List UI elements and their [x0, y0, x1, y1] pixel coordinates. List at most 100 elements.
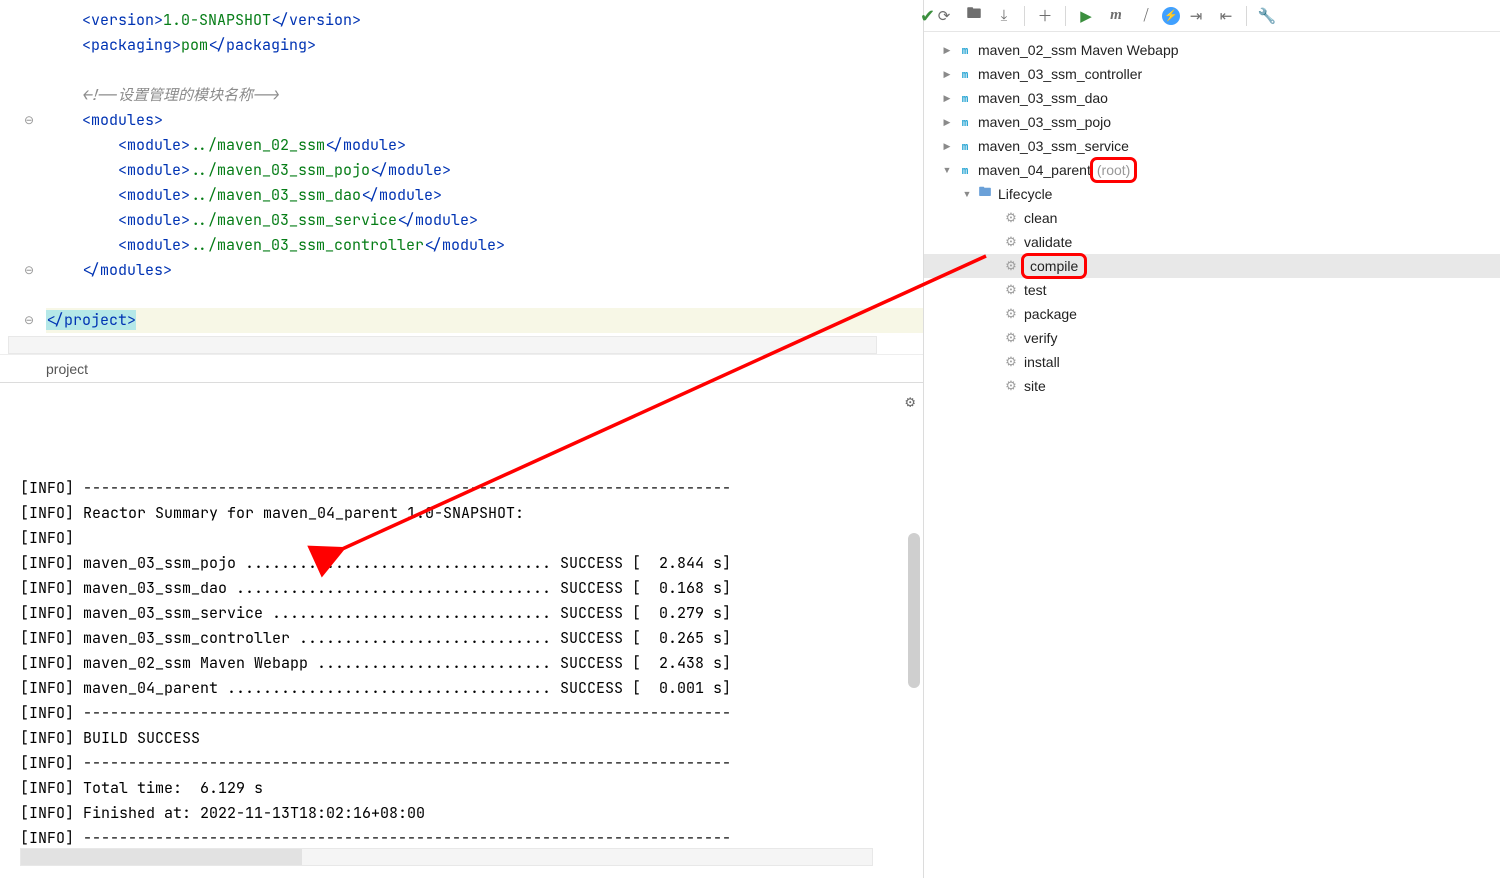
code-line[interactable]: <module>../maven_03_ssm_service</module> — [46, 208, 923, 233]
tree-item-label: verify — [1024, 330, 1057, 346]
tree-item-lifecycle[interactable]: ▼🖿Lifecycle — [924, 182, 1500, 206]
gear-icon: ⚙ — [1005, 234, 1017, 250]
folder-gear-button[interactable]: 🖿 — [960, 3, 988, 29]
code-line[interactable]: <packaging>pom</packaging> — [46, 33, 923, 58]
check-icon: ✔ — [920, 6, 935, 27]
code-line[interactable]: </modules> — [46, 258, 923, 283]
chevron-right-icon[interactable]: ▶ — [938, 141, 956, 152]
console-line: [INFO] — [20, 526, 923, 551]
gear-icon: ⚙ — [1005, 258, 1017, 274]
tree-item-install[interactable]: ⚙ install — [924, 350, 1500, 374]
console-line: [INFO] BUILD SUCCESS — [20, 726, 923, 751]
console-line: [INFO] maven_03_ssm_controller .........… — [20, 626, 923, 651]
maven-tree[interactable]: ▶ m maven_02_ssm Maven Webapp ▶ m maven_03_ss… — [924, 32, 1500, 878]
tree-item-label: install — [1024, 354, 1060, 370]
download-button[interactable]: ⤓ — [990, 3, 1018, 29]
tree-item-label: maven_04_parent — [978, 162, 1091, 178]
code-line[interactable]: </project> — [46, 308, 923, 333]
gear-icon: ⚙ — [1005, 378, 1017, 394]
chevron-right-icon[interactable]: ▶ — [938, 93, 956, 104]
blue-bolt-button[interactable]: ⚡ — [1162, 7, 1180, 25]
editor-code[interactable]: <version>1.0-SNAPSHOT</version> <packagi… — [40, 0, 923, 336]
tree-item-maven_03_ssm_dao[interactable]: ▶ m maven_03_ssm_dao — [924, 86, 1500, 110]
tree-item-maven_04_parent[interactable]: ▼ m maven_04_parent (root) — [924, 158, 1500, 182]
maven-icon: m — [962, 44, 969, 57]
code-line[interactable]: <module>../maven_03_ssm_pojo</module> — [46, 158, 923, 183]
maven-icon: m — [962, 68, 969, 81]
tree-item-label: maven_03_ssm_dao — [978, 90, 1108, 106]
tree-item-label: compile — [1024, 256, 1084, 276]
gear-icon: ⚙ — [1005, 306, 1017, 322]
m-button[interactable]: m — [1102, 3, 1130, 29]
tree-item-suffix: (root) — [1093, 160, 1134, 180]
code-line[interactable] — [46, 58, 923, 83]
tree-item-package[interactable]: ⚙ package — [924, 302, 1500, 326]
console-pane[interactable]: ⚙ [INFO] -------------------------------… — [0, 382, 923, 878]
console-line: [INFO] maven_03_ssm_pojo ...............… — [20, 551, 923, 576]
chevron-right-icon[interactable]: ▶ — [938, 45, 956, 56]
code-line[interactable]: <module>../maven_02_ssm</module> — [46, 133, 923, 158]
console-line: [INFO] maven_03_ssm_service ............… — [20, 601, 923, 626]
code-line[interactable]: <version>1.0-SNAPSHOT</version> — [46, 8, 923, 33]
run-button[interactable]: ▶ — [1072, 3, 1100, 29]
skip-button[interactable]: ⧸ — [1132, 3, 1160, 29]
maven-icon: m — [962, 140, 969, 153]
tree-item-validate[interactable]: ⚙ validate — [924, 230, 1500, 254]
tree-item-maven_02_ssm-maven-webapp[interactable]: ▶ m maven_02_ssm Maven Webapp — [924, 38, 1500, 62]
chevron-down-icon[interactable]: ▼ — [938, 165, 956, 175]
tree-item-label: maven_02_ssm Maven Webapp — [978, 42, 1179, 58]
expand-button[interactable]: ⇤ — [1212, 3, 1240, 29]
maven-icon: m — [962, 92, 969, 105]
collapse-button[interactable]: ⇥ — [1182, 3, 1210, 29]
maven-icon: m — [962, 164, 969, 177]
gear-icon: ⚙ — [1005, 210, 1017, 226]
console-vertical-scrollbar[interactable] — [905, 383, 923, 838]
editor-horizontal-scrollbar[interactable] — [8, 336, 877, 354]
console-line: [INFO] Reactor Summary for maven_04_pare… — [20, 501, 923, 526]
tree-item-label: test — [1024, 282, 1047, 298]
tree-item-verify[interactable]: ⚙ verify — [924, 326, 1500, 350]
console-line: [INFO] ---------------------------------… — [20, 476, 923, 501]
code-line[interactable]: <!--设置管理的模块名称--> — [46, 83, 923, 108]
tree-item-label: maven_03_ssm_pojo — [978, 114, 1111, 130]
console-line: [INFO] maven_03_ssm_dao ................… — [20, 576, 923, 601]
tree-item-test[interactable]: ⚙ test — [924, 278, 1500, 302]
breadcrumb[interactable]: project — [0, 354, 923, 382]
maven-toolbar: ⟳🖿⤓＋▶m⧸⚡⇥⇤🔧 — [924, 0, 1500, 32]
tree-item-label: site — [1024, 378, 1046, 394]
gear-icon: ⚙ — [1005, 330, 1017, 346]
console-line: [INFO] maven_02_ssm Maven Webapp .......… — [20, 651, 923, 676]
chevron-right-icon[interactable]: ▶ — [938, 117, 956, 128]
tree-item-maven_03_ssm_pojo[interactable]: ▶ m maven_03_ssm_pojo — [924, 110, 1500, 134]
editor-pane[interactable]: ⊖⊖⊖ <version>1.0-SNAPSHOT</version> <pac… — [0, 0, 923, 382]
gear-icon: ⚙ — [1005, 354, 1017, 370]
maven-panel: ⟳🖿⤓＋▶m⧸⚡⇥⇤🔧 ▶mmaven_02_ssm Maven Webapp▶… — [924, 0, 1500, 878]
wrench-button[interactable]: 🔧 — [1253, 3, 1281, 29]
gear-icon: ⚙ — [1005, 282, 1017, 298]
chevron-down-icon[interactable]: ▼ — [958, 189, 976, 199]
code-line[interactable] — [46, 283, 923, 308]
tree-item-site[interactable]: ⚙ site — [924, 374, 1500, 398]
tree-item-label: maven_03_ssm_service — [978, 138, 1129, 154]
console-line: [INFO] ---------------------------------… — [20, 701, 923, 726]
console-line: [INFO] ---------------------------------… — [20, 751, 923, 776]
tree-item-maven_03_ssm_controller[interactable]: ▶mmaven_03_ssm_controller — [924, 62, 1500, 86]
tree-item-clean[interactable]: ⚙ clean — [924, 206, 1500, 230]
tree-item-maven_03_ssm_service[interactable]: ▶ m maven_03_ssm_service — [924, 134, 1500, 158]
console-line: [INFO] maven_04_parent .................… — [20, 676, 923, 701]
tree-item-label: clean — [1024, 210, 1057, 226]
tree-item-label: validate — [1024, 234, 1072, 250]
chevron-right-icon[interactable]: ▶ — [938, 69, 956, 80]
code-line[interactable]: <module>../maven_03_ssm_dao</module> — [46, 183, 923, 208]
maven-icon: m — [962, 116, 969, 129]
plus-button[interactable]: ＋ — [1031, 3, 1059, 29]
console-line: [INFO] Finished at: 2022-11-13T18:02:16+… — [20, 801, 923, 826]
editor-gutter: ⊖⊖⊖ — [12, 0, 40, 336]
tree-item-label: Lifecycle — [998, 186, 1052, 202]
code-line[interactable]: <modules> — [46, 108, 923, 133]
code-line[interactable]: <module>../maven_03_ssm_controller</modu… — [46, 233, 923, 258]
console-line: [INFO] Total time: 6.129 s — [20, 776, 923, 801]
tree-item-compile[interactable]: ⚙ compile — [924, 254, 1500, 278]
tree-item-label: package — [1024, 306, 1077, 322]
console-horizontal-scrollbar[interactable] — [20, 848, 873, 866]
